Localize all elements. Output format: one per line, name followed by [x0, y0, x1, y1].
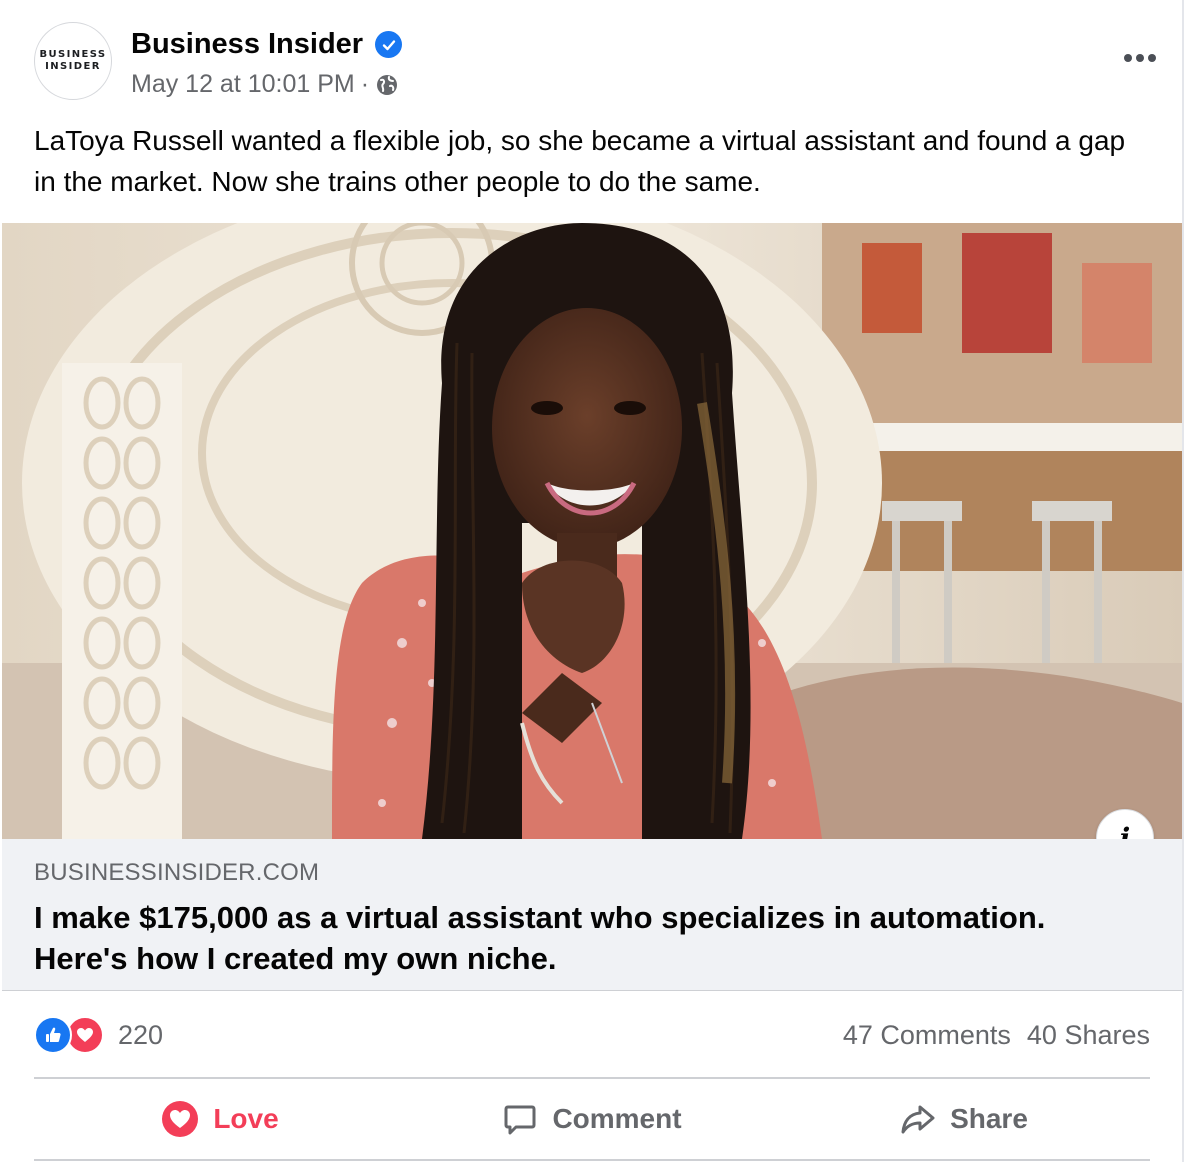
post-meta: May 12 at 10:01 PM ·: [131, 70, 399, 99]
shares-count-link[interactable]: 40 Shares: [1027, 1020, 1150, 1051]
love-icon: [161, 1100, 199, 1138]
love-button[interactable]: Love: [34, 1080, 406, 1158]
page-name-link[interactable]: Business Insider: [131, 28, 363, 61]
comment-button[interactable]: Comment: [406, 1080, 778, 1158]
action-bar: Love Comment Share: [34, 1080, 1150, 1158]
link-domain: BUSINESSINSIDER.COM: [34, 859, 320, 886]
comments-count-link[interactable]: 47 Comments: [843, 1020, 1011, 1051]
post-text: LaToya Russell wanted a flexible job, so…: [34, 125, 1126, 197]
verified-icon: [375, 31, 402, 58]
love-label: Love: [213, 1103, 279, 1134]
post-card: BUSINESS INSIDER Business Insider May 12…: [0, 0, 1184, 1162]
share-label: Share: [950, 1103, 1028, 1134]
bottom-divider: [34, 1159, 1150, 1161]
avatar-text-line2: INSIDER: [45, 61, 101, 72]
comment-label: Comment: [552, 1103, 682, 1134]
reaction-count: 220: [118, 1019, 164, 1050]
comment-icon: [502, 1101, 538, 1137]
engagement-counts: 47 Comments 40 Shares: [843, 1020, 1150, 1051]
reactions-summary[interactable]: 220: [34, 1016, 163, 1054]
post-header: BUSINESS INSIDER Business Insider May 12…: [34, 22, 1164, 106]
page-avatar[interactable]: BUSINESS INSIDER: [34, 22, 112, 100]
link-headline[interactable]: I make $175,000 as a virtual assistant w…: [34, 897, 1144, 979]
post-photo[interactable]: [2, 223, 1182, 839]
avatar-text-line1: BUSINESS: [39, 49, 107, 60]
meta-separator: ·: [360, 70, 370, 98]
like-reaction-icon: [34, 1016, 72, 1054]
globe-icon[interactable]: [375, 73, 399, 97]
timestamp-link[interactable]: May 12 at 10:01 PM: [131, 70, 355, 99]
link-preview[interactable]: BUSINESSINSIDER.COM I make $175,000 as a…: [2, 839, 1182, 991]
share-button[interactable]: Share: [778, 1080, 1150, 1158]
more-options-icon[interactable]: [1120, 46, 1160, 70]
divider: [34, 1077, 1150, 1079]
post-stats: 220 47 Comments 40 Shares: [34, 1012, 1150, 1060]
share-icon: [900, 1101, 936, 1137]
